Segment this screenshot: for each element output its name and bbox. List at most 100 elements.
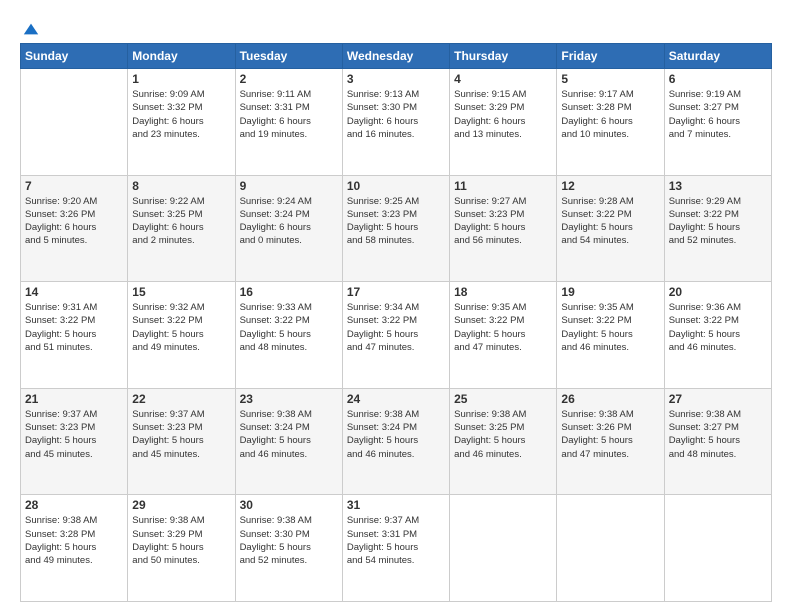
calendar-cell: 11 Sunrise: 9:27 AMSunset: 3:23 PMDayligh… [450,175,557,282]
day-info: Sunrise: 9:25 AMSunset: 3:23 PMDaylight:… [347,195,445,248]
calendar-cell: 4 Sunrise: 9:15 AMSunset: 3:29 PMDaylight… [450,69,557,176]
calendar-header-row: SundayMondayTuesdayWednesdayThursdayFrid… [21,44,772,69]
day-number: 10 [347,179,445,193]
day-info: Sunrise: 9:38 AMSunset: 3:29 PMDaylight:… [132,514,230,567]
day-number: 31 [347,498,445,512]
day-info: Sunrise: 9:38 AMSunset: 3:26 PMDaylight:… [561,408,659,461]
calendar-cell [557,495,664,602]
calendar-cell: 7Sunrise: 9:20 AMSunset: 3:26 PMDaylight… [21,175,128,282]
calendar-week-row: 7Sunrise: 9:20 AMSunset: 3:26 PMDaylight… [21,175,772,282]
day-info: Sunrise: 9:17 AMSunset: 3:28 PMDaylight:… [561,88,659,141]
calendar-cell: 10 Sunrise: 9:25 AMSunset: 3:23 PMDayligh… [342,175,449,282]
calendar-cell: 14 Sunrise: 9:31 AMSunset: 3:22 PMDayligh… [21,282,128,389]
day-number: 2 [240,72,338,86]
day-info: Sunrise: 9:38 AMSunset: 3:25 PMDaylight:… [454,408,552,461]
day-number: 13 [669,179,767,193]
day-number: 23 [240,392,338,406]
logo-icon [22,20,40,38]
day-number: 29 [132,498,230,512]
calendar-table: SundayMondayTuesdayWednesdayThursdayFrid… [20,43,772,602]
day-info: Sunrise: 9:29 AMSunset: 3:22 PMDaylight:… [669,195,767,248]
day-info: Sunrise: 9:38 AMSunset: 3:24 PMDaylight:… [347,408,445,461]
day-info: Sunrise: 9:37 AMSunset: 3:23 PMDaylight:… [25,408,123,461]
day-info: Sunrise: 9:33 AMSunset: 3:22 PMDaylight:… [240,301,338,354]
day-info: Sunrise: 9:38 AMSunset: 3:30 PMDaylight:… [240,514,338,567]
day-info: Sunrise: 9:15 AMSunset: 3:29 PMDaylight:… [454,88,552,141]
calendar-cell: 23 Sunrise: 9:38 AMSunset: 3:24 PMDayligh… [235,388,342,495]
day-number: 6 [669,72,767,86]
day-number: 9 [240,179,338,193]
calendar-cell: 21Sunrise: 9:37 AMSunset: 3:23 PMDayligh… [21,388,128,495]
day-number: 12 [561,179,659,193]
calendar-cell [21,69,128,176]
day-number: 15 [132,285,230,299]
day-info: Sunrise: 9:35 AMSunset: 3:22 PMDaylight:… [454,301,552,354]
day-number: 26 [561,392,659,406]
calendar-cell: 9Sunrise: 9:24 AMSunset: 3:24 PMDaylight… [235,175,342,282]
calendar-cell: 27 Sunrise: 9:38 AMSunset: 3:27 PMDayligh… [664,388,771,495]
day-info: Sunrise: 9:34 AMSunset: 3:22 PMDaylight:… [347,301,445,354]
calendar-cell: 8 Sunrise: 9:22 AMSunset: 3:25 PMDaylight… [128,175,235,282]
calendar-cell: 28Sunrise: 9:38 AMSunset: 3:28 PMDayligh… [21,495,128,602]
day-number: 18 [454,285,552,299]
day-info: Sunrise: 9:35 AMSunset: 3:22 PMDaylight:… [561,301,659,354]
day-info: Sunrise: 9:27 AMSunset: 3:23 PMDaylight:… [454,195,552,248]
calendar-week-row: 14 Sunrise: 9:31 AMSunset: 3:22 PMDayligh… [21,282,772,389]
day-number: 8 [132,179,230,193]
day-info: Sunrise: 9:19 AMSunset: 3:27 PMDaylight:… [669,88,767,141]
calendar-cell: 16 Sunrise: 9:33 AMSunset: 3:22 PMDayligh… [235,282,342,389]
day-info: Sunrise: 9:36 AMSunset: 3:22 PMDaylight:… [669,301,767,354]
calendar-header-monday: Monday [128,44,235,69]
calendar-week-row: 28Sunrise: 9:38 AMSunset: 3:28 PMDayligh… [21,495,772,602]
page: SundayMondayTuesdayWednesdayThursdayFrid… [0,0,792,612]
day-number: 19 [561,285,659,299]
calendar-header-tuesday: Tuesday [235,44,342,69]
day-number: 3 [347,72,445,86]
calendar-cell: 29 Sunrise: 9:38 AMSunset: 3:29 PMDayligh… [128,495,235,602]
day-number: 4 [454,72,552,86]
calendar-cell: 3 Sunrise: 9:13 AMSunset: 3:30 PMDaylight… [342,69,449,176]
day-info: Sunrise: 9:13 AMSunset: 3:30 PMDaylight:… [347,88,445,141]
day-number: 17 [347,285,445,299]
calendar-week-row: 1Sunrise: 9:09 AMSunset: 3:32 PMDaylight… [21,69,772,176]
day-number: 14 [25,285,123,299]
calendar-header-friday: Friday [557,44,664,69]
day-info: Sunrise: 9:28 AMSunset: 3:22 PMDaylight:… [561,195,659,248]
header [20,18,772,35]
calendar-cell: 5 Sunrise: 9:17 AMSunset: 3:28 PMDaylight… [557,69,664,176]
day-info: Sunrise: 9:22 AMSunset: 3:25 PMDaylight:… [132,195,230,248]
day-number: 5 [561,72,659,86]
day-number: 28 [25,498,123,512]
calendar-cell: 17 Sunrise: 9:34 AMSunset: 3:22 PMDayligh… [342,282,449,389]
day-number: 16 [240,285,338,299]
day-info: Sunrise: 9:38 AMSunset: 3:24 PMDaylight:… [240,408,338,461]
day-info: Sunrise: 9:37 AMSunset: 3:31 PMDaylight:… [347,514,445,567]
calendar-cell: 2Sunrise: 9:11 AMSunset: 3:31 PMDaylight… [235,69,342,176]
calendar-cell [450,495,557,602]
calendar-cell: 15Sunrise: 9:32 AMSunset: 3:22 PMDayligh… [128,282,235,389]
calendar-cell: 19 Sunrise: 9:35 AMSunset: 3:22 PMDayligh… [557,282,664,389]
day-number: 11 [454,179,552,193]
calendar-cell: 25Sunrise: 9:38 AMSunset: 3:25 PMDayligh… [450,388,557,495]
day-info: Sunrise: 9:31 AMSunset: 3:22 PMDaylight:… [25,301,123,354]
day-number: 20 [669,285,767,299]
day-number: 30 [240,498,338,512]
calendar-header-thursday: Thursday [450,44,557,69]
day-number: 24 [347,392,445,406]
day-number: 7 [25,179,123,193]
day-number: 22 [132,392,230,406]
calendar-cell: 22Sunrise: 9:37 AMSunset: 3:23 PMDayligh… [128,388,235,495]
calendar-cell: 18 Sunrise: 9:35 AMSunset: 3:22 PMDayligh… [450,282,557,389]
calendar-cell: 26 Sunrise: 9:38 AMSunset: 3:26 PMDayligh… [557,388,664,495]
calendar-cell: 6 Sunrise: 9:19 AMSunset: 3:27 PMDaylight… [664,69,771,176]
day-number: 27 [669,392,767,406]
calendar-header-sunday: Sunday [21,44,128,69]
calendar-cell: 1Sunrise: 9:09 AMSunset: 3:32 PMDaylight… [128,69,235,176]
calendar-cell: 24 Sunrise: 9:38 AMSunset: 3:24 PMDayligh… [342,388,449,495]
logo [20,18,40,35]
day-info: Sunrise: 9:38 AMSunset: 3:27 PMDaylight:… [669,408,767,461]
calendar-cell: 31 Sunrise: 9:37 AMSunset: 3:31 PMDayligh… [342,495,449,602]
calendar-cell: 30 Sunrise: 9:38 AMSunset: 3:30 PMDayligh… [235,495,342,602]
calendar-header-wednesday: Wednesday [342,44,449,69]
day-number: 1 [132,72,230,86]
